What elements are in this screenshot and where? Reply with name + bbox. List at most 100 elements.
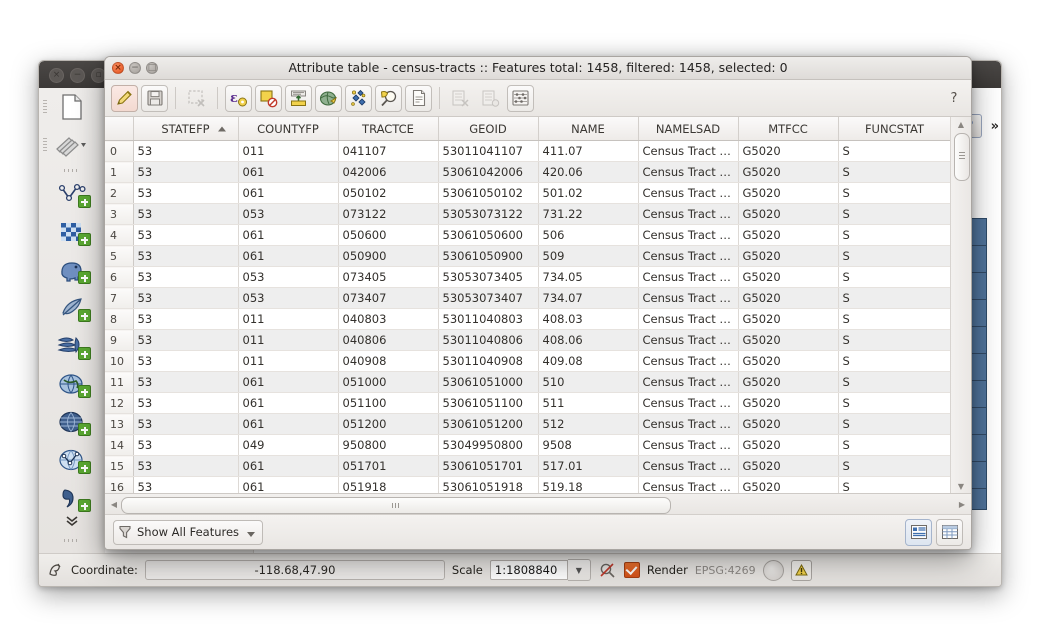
cell-namelsad[interactable]: Census Tract 41...: [638, 140, 739, 162]
cell-tractce[interactable]: 040806: [338, 329, 439, 351]
cell-tractce[interactable]: 051918: [338, 476, 439, 493]
cell-mtfcc[interactable]: G5020: [738, 245, 839, 267]
cell-tractce[interactable]: 073122: [338, 203, 439, 225]
cell-statefp[interactable]: 53: [133, 161, 239, 183]
row-header[interactable]: 16: [105, 476, 134, 493]
cell-geoid[interactable]: 53061051701: [438, 455, 539, 477]
render-checkbox[interactable]: [623, 562, 640, 578]
qgis-toolbar-add-wcs-layer[interactable]: [39, 404, 105, 442]
row-header[interactable]: 11: [105, 371, 134, 393]
column-header-funcstat[interactable]: FUNCSTAT: [838, 117, 952, 141]
cell-funcstat[interactable]: S: [838, 350, 952, 372]
cell-countyfp[interactable]: 061: [238, 476, 339, 493]
column-header-namelsad[interactable]: NAMELSAD: [638, 117, 739, 141]
cell-tractce[interactable]: 950800: [338, 434, 439, 456]
qgis-toolbar-layer-styling[interactable]: [39, 126, 105, 164]
crs-globe-icon[interactable]: [762, 559, 784, 581]
cell-geoid[interactable]: 53061051000: [438, 371, 539, 393]
column-header-name[interactable]: NAME: [538, 117, 639, 141]
scroll-up-arrow[interactable]: ▲: [951, 117, 971, 131]
form-view-button[interactable]: [905, 518, 932, 546]
cell-geoid[interactable]: 53049950800: [438, 434, 539, 456]
qgis-toolbar-add-spatialite-layer[interactable]: [39, 290, 105, 328]
cell-statefp[interactable]: 53: [133, 224, 239, 246]
cell-countyfp[interactable]: 011: [238, 350, 339, 372]
cell-name[interactable]: 408.03: [538, 308, 639, 330]
row-header[interactable]: 8: [105, 308, 134, 330]
row-header[interactable]: 10: [105, 350, 134, 372]
cell-geoid[interactable]: 53061050900: [438, 245, 539, 267]
cell-funcstat[interactable]: S: [838, 308, 952, 330]
cell-namelsad[interactable]: Census Tract 40...: [638, 350, 739, 372]
row-header[interactable]: 7: [105, 287, 134, 309]
cell-statefp[interactable]: 53: [133, 392, 239, 414]
cell-mtfcc[interactable]: G5020: [738, 392, 839, 414]
table-row[interactable]: 11 53 061 051000 53061051000 510 Census Tract …: [105, 371, 952, 393]
cell-countyfp[interactable]: 061: [238, 392, 339, 414]
cell-statefp[interactable]: 53: [133, 182, 239, 204]
cell-funcstat[interactable]: S: [838, 182, 952, 204]
qgis-toolbar-add-vector-layer[interactable]: [39, 176, 105, 214]
cell-mtfcc[interactable]: G5020: [738, 287, 839, 309]
table-row[interactable]: 16 53 061 051918 53061051918 519.18 Census Tra…: [105, 476, 952, 493]
cell-mtfcc[interactable]: G5020: [738, 329, 839, 351]
cell-tractce[interactable]: 073405: [338, 266, 439, 288]
cell-funcstat[interactable]: S: [838, 161, 952, 183]
cell-name[interactable]: 734.07: [538, 287, 639, 309]
cell-name[interactable]: 519.18: [538, 476, 639, 493]
horizontal-scroll-thumb[interactable]: [121, 496, 671, 514]
cell-name[interactable]: 734.05: [538, 266, 639, 288]
scroll-left-arrow[interactable]: ◀: [107, 496, 121, 512]
pan-map-to-selected-button[interactable]: [315, 84, 342, 112]
save-edits-button[interactable]: [141, 84, 168, 112]
cell-mtfcc[interactable]: G5020: [738, 371, 839, 393]
cell-funcstat[interactable]: S: [838, 140, 952, 162]
table-row[interactable]: 12 53 061 051100 53061051100 511 Census Tract …: [105, 392, 952, 414]
cell-namelsad[interactable]: Census Tract 9508: [638, 434, 739, 456]
cell-mtfcc[interactable]: G5020: [738, 182, 839, 204]
cell-countyfp[interactable]: 061: [238, 371, 339, 393]
cell-countyfp[interactable]: 061: [238, 224, 339, 246]
cell-mtfcc[interactable]: G5020: [738, 350, 839, 372]
cell-statefp[interactable]: 53: [133, 203, 239, 225]
scale-combo[interactable]: 1:1808840 ▼: [489, 559, 591, 581]
column-header-tractce[interactable]: TRACTCE: [338, 117, 439, 141]
row-header[interactable]: 15: [105, 455, 134, 477]
delete-column-button[interactable]: [447, 85, 474, 112]
cell-tractce[interactable]: 042006: [338, 161, 439, 183]
cell-tractce[interactable]: 050900: [338, 245, 439, 267]
cell-namelsad[interactable]: Census Tract 51...: [638, 476, 739, 493]
cell-name[interactable]: 512: [538, 413, 639, 435]
cell-funcstat[interactable]: S: [838, 413, 952, 435]
open-form-button[interactable]: [405, 84, 432, 112]
cell-statefp[interactable]: 53: [133, 476, 239, 493]
cell-countyfp[interactable]: 053: [238, 287, 339, 309]
cell-geoid[interactable]: 53053073405: [438, 266, 539, 288]
cell-mtfcc[interactable]: G5020: [738, 476, 839, 493]
cell-countyfp[interactable]: 061: [238, 455, 339, 477]
cell-tractce[interactable]: 041107: [338, 140, 439, 162]
cell-geoid[interactable]: 53053073122: [438, 203, 539, 225]
cell-geoid[interactable]: 53061042006: [438, 161, 539, 183]
cell-mtfcc[interactable]: G5020: [738, 413, 839, 435]
table-row[interactable]: 0 53 011 041107 53011041107 411.07 Census Trac…: [105, 140, 952, 162]
cell-funcstat[interactable]: S: [838, 245, 952, 267]
feature-filter-button[interactable]: Show All Features: [113, 519, 264, 545]
cell-mtfcc[interactable]: G5020: [738, 224, 839, 246]
table-vertical-scrollbar[interactable]: ▲ ▼: [950, 117, 971, 493]
cell-name[interactable]: 420.06: [538, 161, 639, 183]
cell-tractce[interactable]: 050102: [338, 182, 439, 204]
cell-mtfcc[interactable]: G5020: [738, 434, 839, 456]
warning-icon[interactable]: [790, 559, 812, 581]
toolbar-grip[interactable]: [43, 100, 47, 114]
cell-funcstat[interactable]: S: [838, 203, 952, 225]
cell-geoid[interactable]: 53061050600: [438, 224, 539, 246]
qgis-toolbar-add-wms-layer[interactable]: [39, 366, 105, 404]
cell-namelsad[interactable]: Census Tract 510: [638, 371, 739, 393]
row-header[interactable]: 2: [105, 182, 134, 204]
toolbar-overflow-button[interactable]: [39, 513, 105, 532]
table-row[interactable]: 15 53 061 051701 53061051701 517.01 Census Tra…: [105, 455, 952, 477]
cell-statefp[interactable]: 53: [133, 245, 239, 267]
cell-geoid[interactable]: 53011040806: [438, 329, 539, 351]
vertical-scroll-thumb[interactable]: [954, 133, 970, 181]
